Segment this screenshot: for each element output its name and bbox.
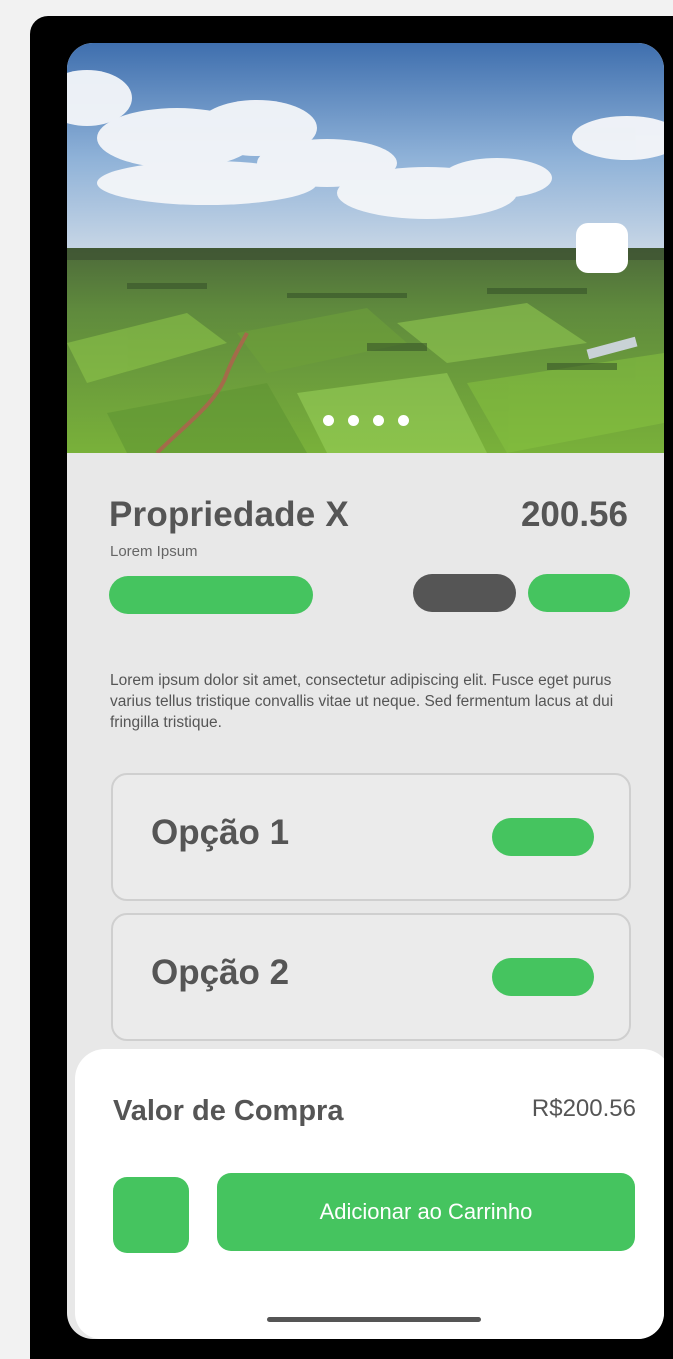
quantity-button[interactable] <box>113 1177 189 1253</box>
filter-pill[interactable] <box>528 574 630 612</box>
purchase-sheet: Valor de Compra R$200.56 Adicionar ao Ca… <box>75 1049 664 1339</box>
option-card-1[interactable]: Opção 1 <box>111 773 631 901</box>
carousel-indicator <box>67 415 664 426</box>
carousel-dot[interactable] <box>322 415 334 426</box>
property-subtitle: Lorem Ipsum <box>110 543 198 560</box>
option-label: Opção 2 <box>151 953 290 992</box>
carousel-dot[interactable] <box>397 415 409 426</box>
purchase-total: R$200.56 <box>531 1095 636 1122</box>
favorite-button[interactable] <box>576 223 628 273</box>
carousel-dot[interactable] <box>347 415 359 426</box>
add-to-cart-button[interactable]: Adicionar ao Carrinho <box>217 1173 635 1251</box>
option-card-2[interactable]: Opção 2 <box>111 913 631 1041</box>
property-image-carousel[interactable] <box>67 43 664 453</box>
option-toggle[interactable] <box>492 958 594 996</box>
aerial-farmland-photo <box>67 43 664 453</box>
filter-pill-selected[interactable] <box>413 574 516 612</box>
option-label: Opção 1 <box>151 813 290 852</box>
property-price: 200.56 <box>520 495 628 534</box>
property-tag-pill[interactable] <box>109 576 313 614</box>
purchase-label: Valor de Compra <box>113 1095 344 1127</box>
phone-screen: Propriedade X 200.56 Lorem Ipsum Lorem i… <box>67 43 664 1339</box>
property-title: Propriedade X <box>109 495 349 534</box>
carousel-dot[interactable] <box>372 415 384 426</box>
option-toggle[interactable] <box>492 818 594 856</box>
home-indicator[interactable] <box>267 1317 481 1322</box>
property-description: Lorem ipsum dolor sit amet, consectetur … <box>110 672 614 731</box>
